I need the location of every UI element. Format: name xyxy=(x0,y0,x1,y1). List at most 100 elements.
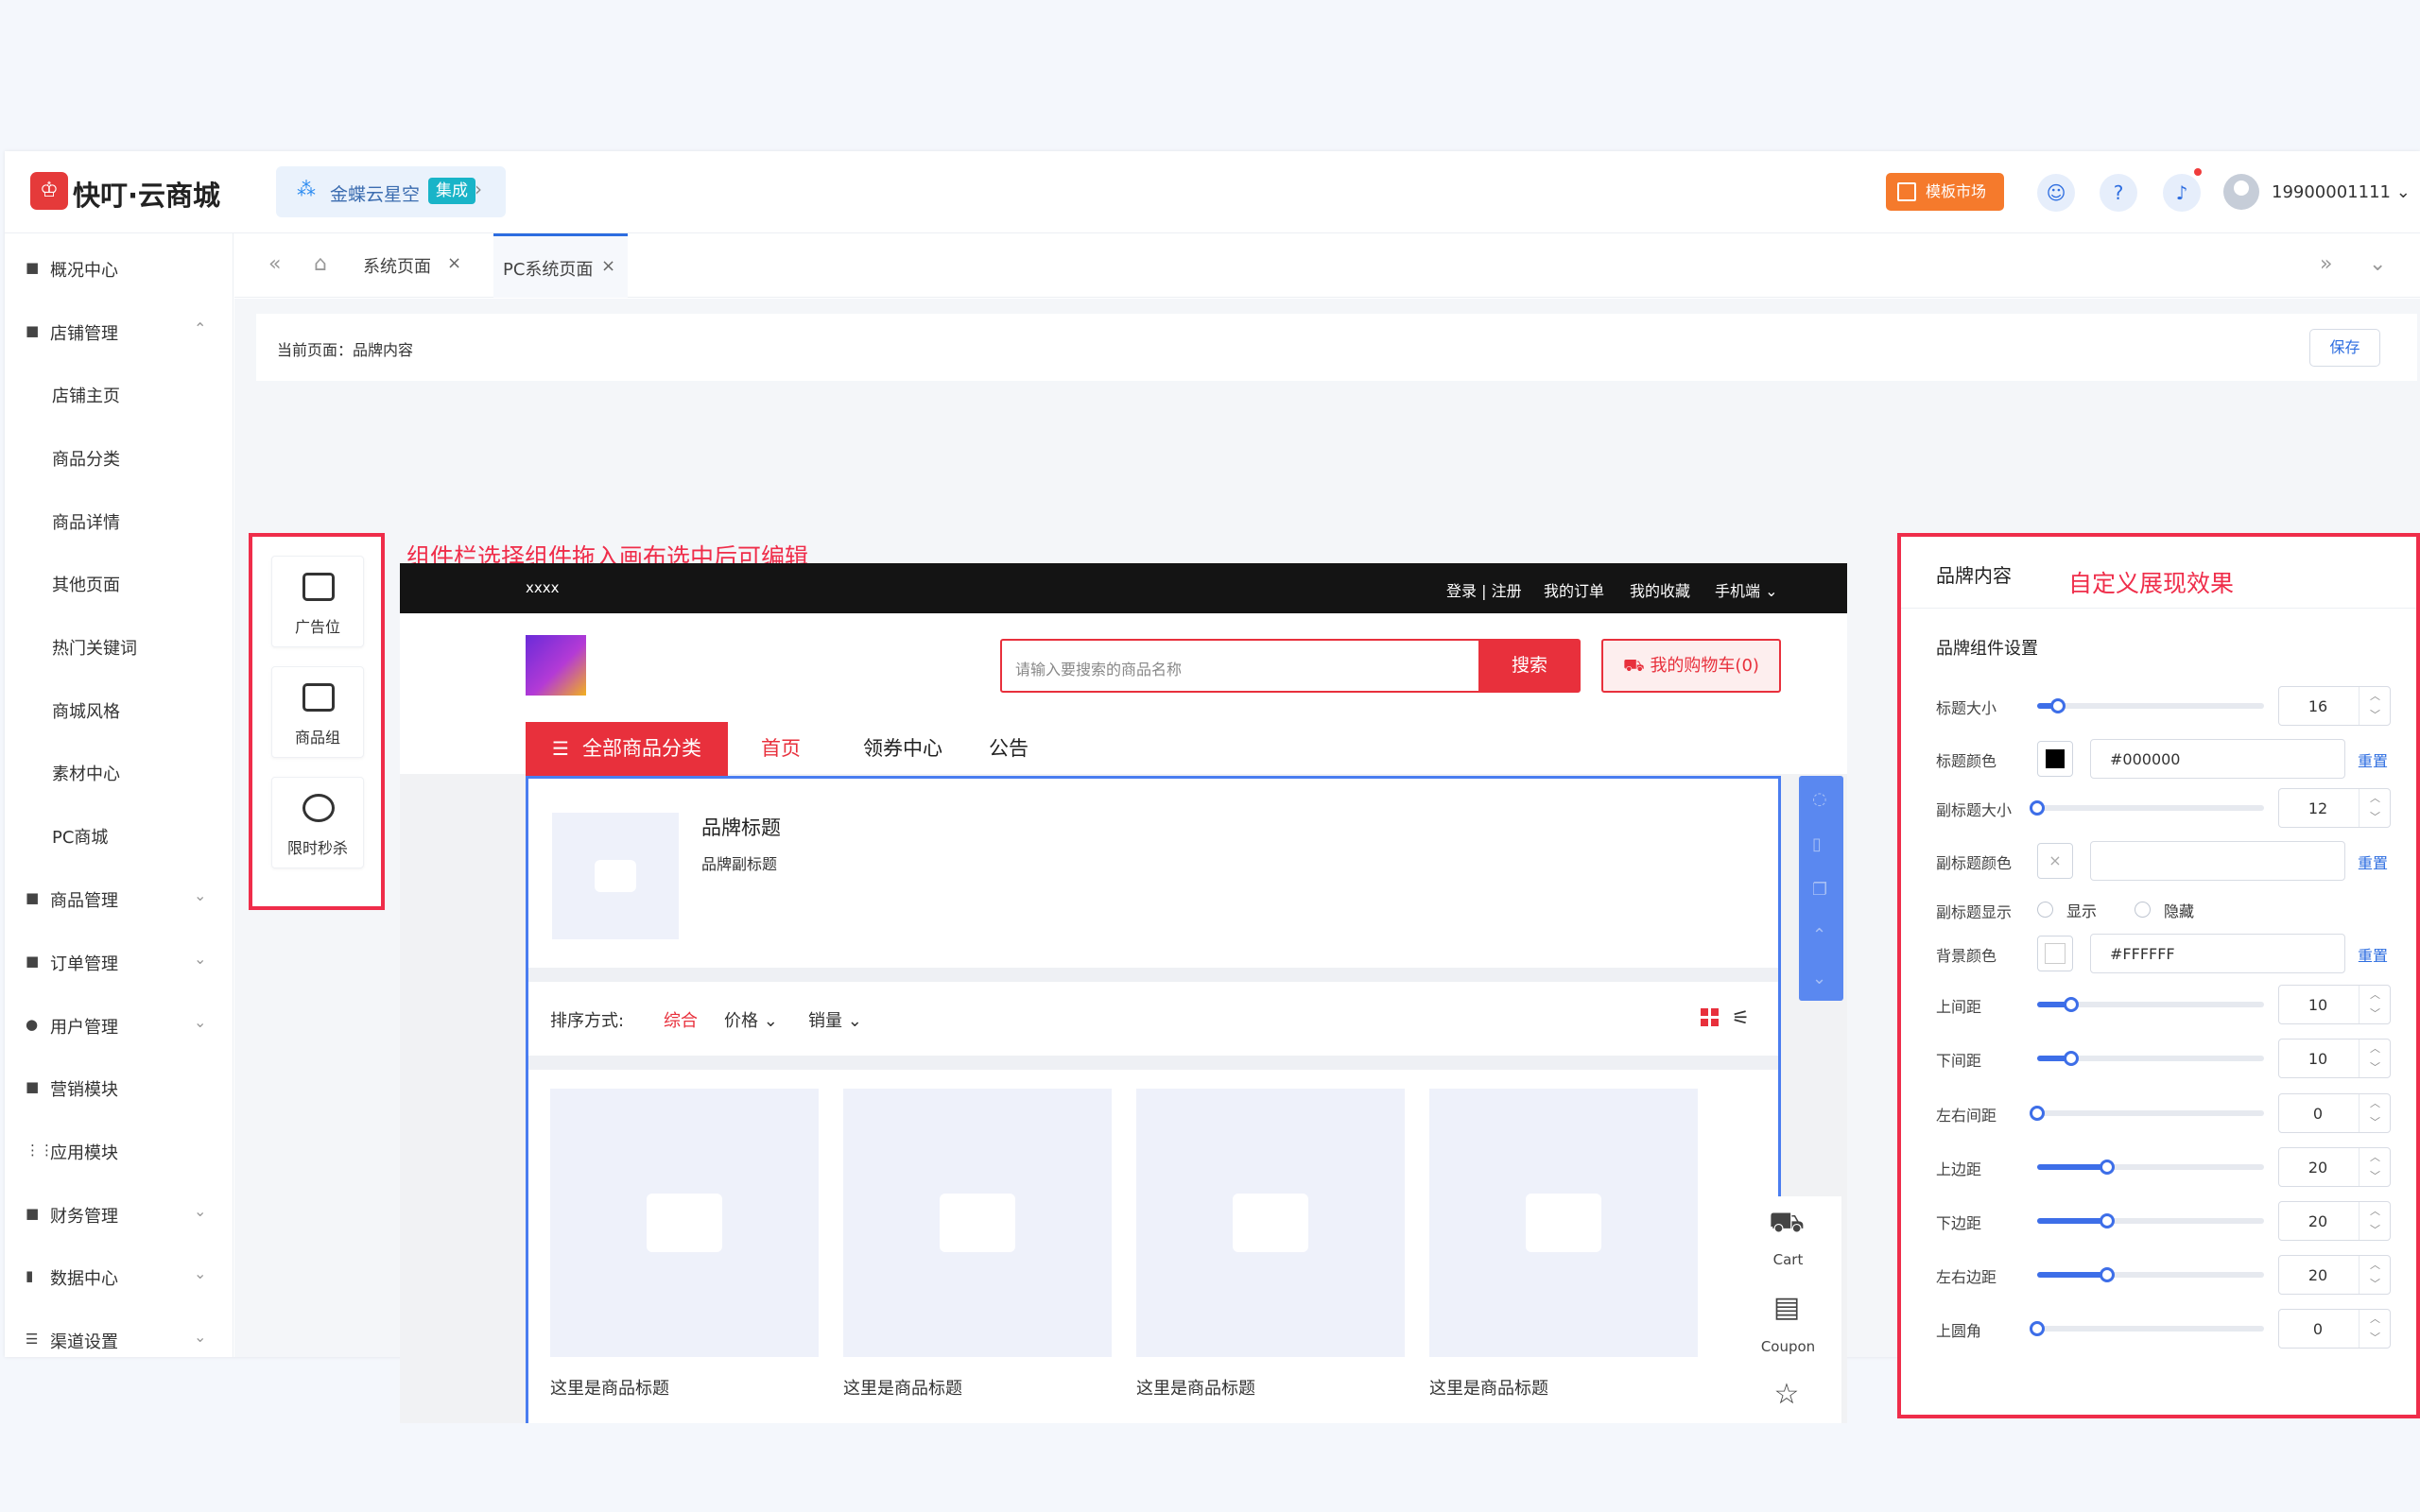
tab-system-page[interactable]: 系统页面 × xyxy=(363,233,467,298)
sort-default[interactable]: 综合 xyxy=(664,1007,698,1032)
save-button[interactable]: 保存 xyxy=(2309,329,2380,367)
my-favorites-link[interactable]: 我的收藏 xyxy=(1630,578,1690,601)
lr-margin-slider[interactable] xyxy=(2037,1267,2264,1282)
template-market-button[interactable]: 模板市场 xyxy=(1886,173,2004,211)
home-icon[interactable]: ⌂ xyxy=(314,252,327,276)
search-button[interactable]: 搜索 xyxy=(1478,639,1581,693)
trash-icon[interactable]: ▯ xyxy=(1812,834,1822,854)
my-orders-link[interactable]: 我的订单 xyxy=(1544,578,1604,601)
sidebar-item-data[interactable]: ▮ 数据中心 ⌄ xyxy=(5,1257,233,1295)
stepper-arrows-icon[interactable]: ︿ ﹀ xyxy=(2359,687,2391,725)
title-size-slider[interactable] xyxy=(2037,698,2264,713)
close-icon[interactable]: × xyxy=(601,256,615,276)
design-canvas[interactable]: xxxx 登录 | 注册 我的订单 我的收藏 手机端 ⌄ 请输入要搜索的商品名称… xyxy=(400,563,1847,1423)
title-color-reset[interactable]: 重置 xyxy=(2358,748,2388,771)
sidebar-item-channel[interactable]: ☰ 渠道设置 ⌄ xyxy=(5,1320,233,1358)
subtitle-color-input[interactable] xyxy=(2090,841,2345,881)
bottom-spacing-stepper[interactable]: 10 ︿ ﹀ xyxy=(2278,1039,2391,1078)
bottom-spacing-slider[interactable] xyxy=(2037,1051,2264,1066)
nav-home[interactable]: 首页 xyxy=(761,733,801,762)
login-link[interactable]: 登录 | 注册 xyxy=(1446,578,1522,601)
stepper-arrows-icon[interactable]: ︿ ﹀ xyxy=(2359,1148,2391,1186)
sidebar-item-users[interactable]: ● 用户管理 ⌄ xyxy=(5,1005,233,1043)
bg-color-input[interactable]: #FFFFFF xyxy=(2090,934,2345,973)
nav-coupons[interactable]: 领券中心 xyxy=(863,733,942,762)
top-spacing-slider[interactable] xyxy=(2037,997,2264,1012)
sort-price[interactable]: 价格 ⌄ xyxy=(724,1007,778,1032)
top-margin-slider[interactable] xyxy=(2037,1160,2264,1175)
bottom-margin-slider[interactable] xyxy=(2037,1213,2264,1228)
lr-margin-stepper[interactable]: 20 ︿ ﹀ xyxy=(2278,1255,2391,1295)
close-icon[interactable]: × xyxy=(447,253,461,273)
component-goods-group[interactable]: 商品组 xyxy=(271,666,364,758)
bell-icon[interactable]: ♪ xyxy=(2163,174,2201,212)
bottom-margin-stepper[interactable]: 20 ︿ ﹀ xyxy=(2278,1201,2391,1241)
grid-view-icon[interactable] xyxy=(1701,1008,1720,1027)
bg-color-reset[interactable]: 重置 xyxy=(2358,943,2388,966)
component-flash-sale[interactable]: 限时秒杀 xyxy=(271,777,364,868)
subtitle-size-slider[interactable] xyxy=(2030,800,2264,816)
top-radius-stepper[interactable]: 0 ︿ ﹀ xyxy=(2278,1309,2391,1349)
stepper-arrows-icon[interactable]: ︿ ﹀ xyxy=(2359,789,2391,827)
subtitle-color-swatch[interactable]: × xyxy=(2037,843,2073,879)
sidebar-subitem-material[interactable]: 素材中心 xyxy=(5,752,233,790)
mobile-link[interactable]: 手机端 ⌄ xyxy=(1715,578,1778,601)
double-chevron-left-icon[interactable]: « xyxy=(268,252,281,276)
my-cart-button[interactable]: ⛟ 我的购物车(0) xyxy=(1601,639,1781,693)
sidebar-subitem-home[interactable]: 店铺主页 xyxy=(5,374,233,412)
user-menu[interactable]: 19900001111 ⌄ xyxy=(2272,182,2411,202)
coupon-icon[interactable]: ▤ xyxy=(1768,1291,1806,1324)
double-chevron-right-icon[interactable]: » xyxy=(2320,252,2332,276)
move-up-icon[interactable]: ⌃ xyxy=(1812,925,1826,945)
sidebar-item-orders[interactable]: ■ 订单管理 ⌄ xyxy=(5,942,233,980)
copy-icon[interactable]: ❐ xyxy=(1812,880,1827,900)
integration-button[interactable]: ⁂ 金蝶云星空 集成 › xyxy=(276,166,506,217)
selected-brand-component[interactable]: 品牌标题 品牌副标题 排序方式: 综合 价格 ⌄ 销量 ⌄ ⚟ 这里是商品标题 … xyxy=(526,776,1781,1423)
filter-icon[interactable]: ⚟ xyxy=(1732,1006,1750,1029)
cart-icon[interactable]: ⛟ xyxy=(1768,1206,1806,1243)
lr-spacing-stepper[interactable]: 0 ︿ ﹀ xyxy=(2278,1093,2391,1133)
title-size-stepper[interactable]: 16 ︿ ﹀ xyxy=(2278,686,2391,726)
title-color-swatch[interactable] xyxy=(2037,741,2073,777)
move-down-icon[interactable]: ⌄ xyxy=(1812,969,1826,988)
lr-spacing-slider[interactable] xyxy=(2030,1106,2264,1121)
stepper-arrows-icon[interactable]: ︿ ﹀ xyxy=(2359,1256,2391,1294)
component-ad[interactable]: 广告位 xyxy=(271,556,364,647)
sort-sales[interactable]: 销量 ⌄ xyxy=(808,1007,862,1032)
show-radio[interactable] xyxy=(2037,902,2053,918)
stepper-arrows-icon[interactable]: ︿ ﹀ xyxy=(2359,986,2391,1023)
search-input[interactable]: 请输入要搜索的商品名称 xyxy=(1000,639,1480,693)
top-margin-stepper[interactable]: 20 ︿ ﹀ xyxy=(2278,1147,2391,1187)
avatar[interactable] xyxy=(2223,174,2259,210)
star-icon[interactable]: ☆ xyxy=(1768,1378,1806,1411)
sidebar-item-overview[interactable]: ■ 概况中心 xyxy=(5,249,233,286)
nav-notice[interactable]: 公告 xyxy=(989,733,1028,762)
sidebar-item-goods[interactable]: ■ 商品管理 ⌄ xyxy=(5,879,233,917)
top-radius-slider[interactable] xyxy=(2030,1321,2264,1336)
chevron-down-icon[interactable]: ⌄ xyxy=(2369,252,2386,276)
sidebar-subitem-category[interactable]: 商品分类 xyxy=(5,438,233,475)
hide-radio[interactable] xyxy=(2135,902,2151,918)
subtitle-size-stepper[interactable]: 12 ︿ ﹀ xyxy=(2278,788,2391,828)
sidebar-item-store[interactable]: ■ 店铺管理 ⌃ xyxy=(5,312,233,350)
stepper-arrows-icon[interactable]: ︿ ﹀ xyxy=(2359,1310,2391,1348)
sidebar-item-finance[interactable]: ■ 财务管理 ⌄ xyxy=(5,1194,233,1232)
stepper-arrows-icon[interactable]: ︿ ﹀ xyxy=(2359,1202,2391,1240)
all-categories-button[interactable]: ☰ 全部商品分类 xyxy=(526,722,728,776)
stepper-arrows-icon[interactable]: ︿ ﹀ xyxy=(2359,1040,2391,1077)
sidebar-subitem-detail[interactable]: 商品详情 xyxy=(5,501,233,539)
tab-pc-system-page[interactable]: PC系统页面 × xyxy=(493,233,628,298)
sidebar-subitem-pc[interactable]: PC商城 xyxy=(5,816,233,853)
sidebar-subitem-style[interactable]: 商城风格 xyxy=(5,690,233,728)
sidebar-item-marketing[interactable]: ■ 营销模块 xyxy=(5,1068,233,1106)
title-color-input[interactable]: #000000 xyxy=(2090,739,2345,779)
help-icon[interactable]: ? xyxy=(2100,174,2137,212)
subtitle-color-reset[interactable]: 重置 xyxy=(2358,850,2388,873)
sidebar-subitem-keywords[interactable]: 热门关键词 xyxy=(5,627,233,664)
hide-icon[interactable]: ◌ xyxy=(1812,789,1827,809)
top-spacing-stepper[interactable]: 10 ︿ ﹀ xyxy=(2278,985,2391,1024)
sidebar-subitem-other[interactable]: 其他页面 xyxy=(5,563,233,601)
service-icon[interactable]: ☺ xyxy=(2037,174,2075,212)
bg-color-swatch[interactable] xyxy=(2037,936,2073,971)
stepper-arrows-icon[interactable]: ︿ ﹀ xyxy=(2359,1094,2391,1132)
